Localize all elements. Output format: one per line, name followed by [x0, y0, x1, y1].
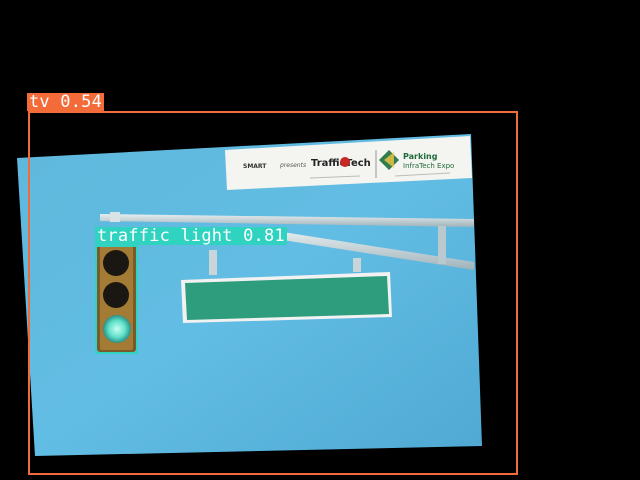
tv-detection-label: tv 0.54 [27, 92, 105, 112]
traffic-light-bounding-box [95, 245, 138, 354]
traffic-light-detection-label: traffic light 0.81 [95, 226, 287, 246]
